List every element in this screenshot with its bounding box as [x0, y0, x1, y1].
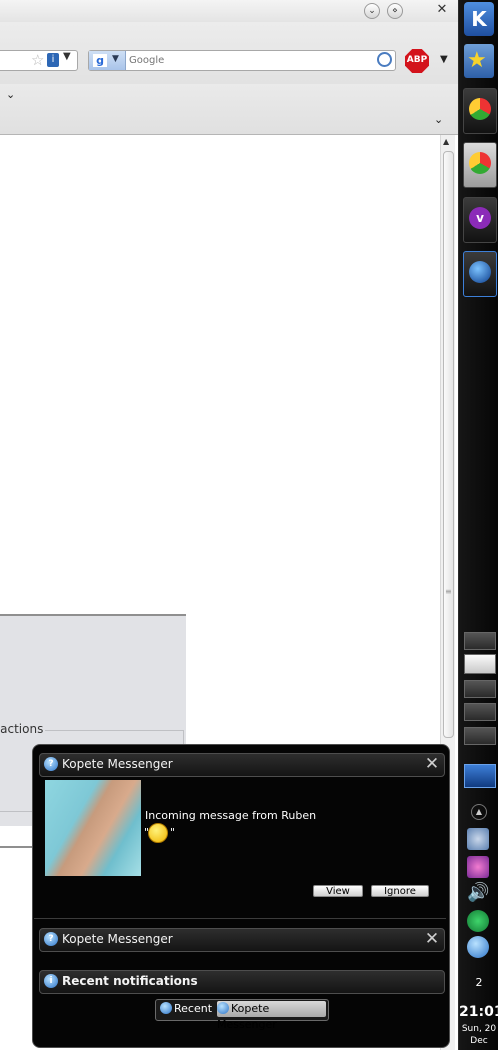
maximize-button[interactable]: ⋄ — [387, 3, 403, 19]
search-engine-selector[interactable]: g ▼ — [89, 51, 126, 70]
scroll-up-icon[interactable]: ▲ — [443, 137, 449, 146]
close-icon[interactable]: ✕ — [424, 930, 440, 948]
pager-desktop-5[interactable] — [464, 727, 496, 745]
chevron-down-icon: ▼ — [112, 54, 119, 64]
quote-close: " — [170, 826, 176, 839]
bookmarks-toolbar: ⌄ ⌄ — [0, 84, 458, 135]
incoming-message-text: Incoming message from Ruben — [145, 809, 317, 822]
viber-icon: v — [469, 207, 491, 229]
second-notification-title: Kopete Messenger — [62, 932, 173, 946]
globe-icon — [469, 261, 491, 283]
tab-recent-label: Recent — [174, 1002, 213, 1015]
recent-notifications-title: Recent notifications — [62, 974, 198, 988]
taskbar-app-4[interactable] — [463, 251, 497, 297]
taskbar-app-3[interactable]: v — [463, 197, 497, 243]
tabs-chevron-icon[interactable]: ⌄ — [434, 113, 443, 126]
spotify-icon[interactable] — [467, 910, 489, 932]
app-color-icon — [469, 98, 491, 120]
actions-legend: l actions — [0, 722, 46, 736]
thumb-grip-icon: ≡ — [445, 587, 452, 596]
scrollbar-thumb[interactable]: ≡ — [443, 151, 454, 738]
bookmark-star-folder-icon[interactable]: ★ — [464, 44, 494, 78]
pager-desktop-1[interactable] — [464, 632, 496, 650]
info-icon: i — [44, 974, 58, 988]
close-window-button[interactable]: ✕ — [435, 3, 449, 17]
tray-expand-icon[interactable]: ▲ — [471, 804, 487, 820]
show-desktop-icon[interactable] — [464, 764, 496, 788]
volume-icon[interactable]: 🔊 — [467, 882, 489, 904]
minimize-button[interactable]: ⌄ — [364, 3, 380, 19]
notification-separator — [34, 918, 446, 919]
message-notification-header: ? Kopete Messenger ✕ — [39, 753, 445, 777]
clock-date: Sun, 20 Dec — [461, 1024, 497, 1046]
tab-kopete-messenger[interactable]: Kopete Messenger — [217, 1001, 326, 1031]
contact-photo — [45, 780, 141, 876]
message-notification-title: Kopete Messenger — [62, 757, 173, 771]
search-bar: g ▼ — [88, 50, 396, 71]
app-color-icon — [469, 152, 491, 174]
network-icon[interactable] — [467, 828, 489, 850]
pager-number[interactable]: 2 — [459, 976, 498, 989]
pager-desktop-2[interactable] — [464, 654, 496, 674]
tab-recent[interactable]: Recent — [160, 1001, 216, 1017]
close-icon[interactable]: ✕ — [424, 755, 440, 773]
bookmark-star-icon[interactable]: ☆ — [31, 51, 44, 69]
kopete-icon: ? — [44, 932, 58, 946]
google-icon: g — [93, 54, 107, 67]
window-titlebar: ⌄ ⋄ ✕ — [0, 0, 458, 22]
url-bar[interactable]: ☆ i ▼ — [0, 50, 78, 71]
taskbar-app-1[interactable] — [463, 88, 497, 134]
kopete-icon — [217, 1002, 229, 1014]
tongue-smiley-icon — [148, 823, 168, 843]
kopete-icon[interactable] — [467, 936, 489, 958]
search-input[interactable] — [129, 51, 369, 70]
taskbar-app-2-active[interactable] — [463, 142, 497, 188]
clock-time[interactable]: 21:01 — [459, 1004, 498, 1020]
ignore-button[interactable]: Ignore — [371, 885, 429, 897]
second-notification-header: ? Kopete Messenger ✕ — [39, 928, 445, 952]
info-icon — [160, 1002, 172, 1014]
kde-menu-icon[interactable]: K — [464, 2, 494, 36]
toolbar-overflow-icon[interactable]: ▼ — [440, 54, 448, 65]
pager-desktop-3[interactable] — [464, 680, 496, 698]
search-icon[interactable] — [377, 52, 392, 67]
updates-icon[interactable] — [467, 856, 489, 878]
notification-panel: ? Kopete Messenger ✕ " Incoming message … — [32, 744, 450, 1048]
taskbar: K ★ v ▲ 🔊 2 21:01 Sun, 20 Dec — [458, 0, 498, 1050]
page-info-icon[interactable]: i — [47, 53, 59, 67]
url-dropdown-icon[interactable]: ▼ — [63, 51, 71, 62]
adblock-button[interactable]: ABP — [405, 49, 429, 73]
pager-desktop-4[interactable] — [464, 703, 496, 721]
view-button[interactable]: View — [313, 885, 363, 897]
kopete-icon: ? — [44, 757, 58, 771]
adblock-label: ABP — [406, 55, 428, 65]
recent-notifications-header: i Recent notifications — [39, 970, 445, 994]
navigation-toolbar: ☆ i ▼ g ▼ ABP ▼ — [0, 22, 458, 84]
bookmarks-chevron-icon[interactable]: ⌄ — [6, 88, 15, 101]
notification-tabs: Recent Kopete Messenger — [155, 999, 329, 1031]
